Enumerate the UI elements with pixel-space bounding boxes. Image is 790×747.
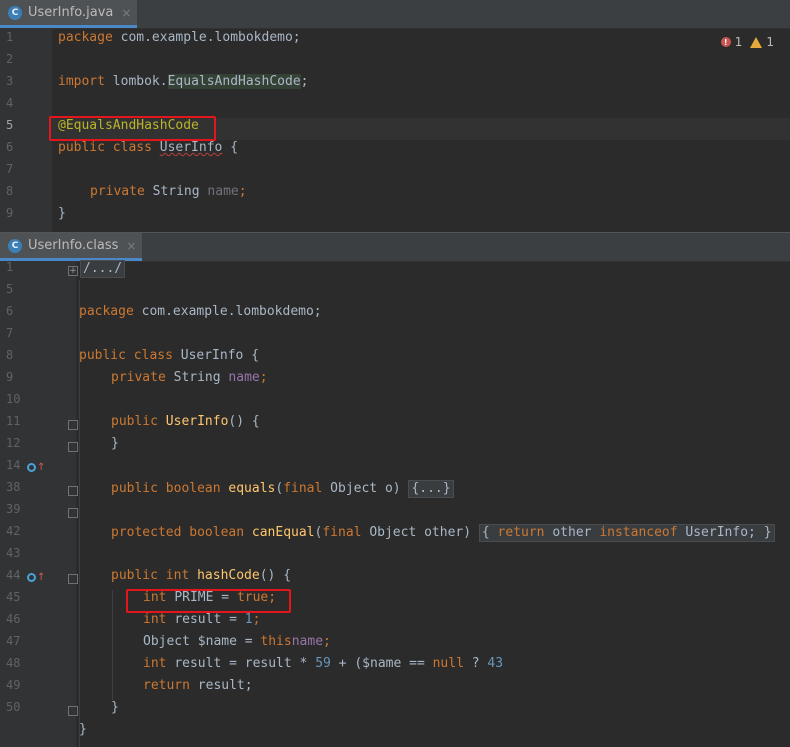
code-line: public class UserInfo { xyxy=(79,348,260,363)
line-number: 46 xyxy=(6,612,21,626)
error-icon: ! xyxy=(720,37,731,47)
indent-guide xyxy=(112,590,113,700)
class-editor-pane: C UserInfo.class × 1 5 6 7 8 9 10 11 12 … xyxy=(0,232,790,747)
fold-collapse-icon[interactable] xyxy=(68,486,78,496)
line-number: 5 xyxy=(6,118,14,132)
line-number: 1 xyxy=(6,260,14,274)
close-tab-icon[interactable]: × xyxy=(121,6,131,20)
code-line: public UserInfo() { xyxy=(111,414,260,429)
code-line: protected boolean canEqual(final Object … xyxy=(111,524,775,546)
line-number: 4 xyxy=(6,96,14,110)
code-line: public int hashCode() { xyxy=(111,568,292,583)
code-line: public class UserInfo { xyxy=(58,140,239,155)
override-method-icon[interactable] xyxy=(27,573,36,582)
line-number: 9 xyxy=(6,206,14,220)
line-number: 39 xyxy=(6,502,21,516)
code-line: } xyxy=(79,722,87,737)
java-tab-bar: C UserInfo.java × xyxy=(0,0,790,29)
line-number: 2 xyxy=(6,52,14,66)
code-line: } xyxy=(111,436,119,451)
line-number: 7 xyxy=(6,162,14,176)
line-number: 8 xyxy=(6,184,14,198)
code-line: package com.example.lombokdemo; xyxy=(79,304,322,319)
error-count: 1 xyxy=(734,35,743,49)
line-number: 49 xyxy=(6,678,21,692)
folded-method-body: {...} xyxy=(408,480,454,498)
code-line: Object $name = thisname; xyxy=(143,634,331,649)
tab-label: UserInfo.class xyxy=(28,238,119,253)
tab-userinfo-java[interactable]: C UserInfo.java × xyxy=(0,0,138,28)
close-tab-icon[interactable]: × xyxy=(126,239,136,253)
line-number: 38 xyxy=(6,480,21,494)
line-number: 8 xyxy=(6,348,14,362)
annotation-highlight-box xyxy=(49,116,216,141)
code-line: private String name; xyxy=(90,184,247,199)
fold-collapse-icon[interactable] xyxy=(68,442,78,452)
tab-userinfo-class[interactable]: C UserInfo.class × xyxy=(0,233,143,261)
line-number: 3 xyxy=(6,74,14,88)
line-number: 44 xyxy=(6,568,21,582)
code-line: } xyxy=(58,206,66,221)
folded-header: /.../ xyxy=(80,260,126,278)
inspection-widget[interactable]: ! 1 1 xyxy=(720,35,774,49)
override-method-icon[interactable] xyxy=(27,463,36,472)
code-line: public boolean equals(final Object o) {.… xyxy=(111,480,454,502)
class-file-icon: C xyxy=(8,238,22,253)
folded-method-body[interactable]: { return other instanceof UserInfo; } xyxy=(478,524,775,542)
code-line: } xyxy=(111,700,119,715)
class-tab-bar: C UserInfo.class × xyxy=(0,233,790,262)
code-line: /.../ xyxy=(80,260,126,282)
line-number: 1 xyxy=(6,30,14,44)
line-number: 11 xyxy=(6,414,21,428)
line-number: 14 xyxy=(6,458,21,472)
code-line: package com.example.lombokdemo; xyxy=(58,30,301,45)
warning-count: 1 xyxy=(766,35,774,49)
code-line: int result = 1; xyxy=(143,612,261,627)
prime-line-highlight-box xyxy=(126,589,291,613)
code-line: private String name; xyxy=(111,370,268,385)
line-number: 6 xyxy=(6,304,14,318)
line-number: 6 xyxy=(6,140,14,154)
fold-collapse-icon[interactable] xyxy=(68,508,78,518)
line-number: 7 xyxy=(6,326,14,340)
fold-collapse-icon[interactable] xyxy=(68,574,78,584)
line-number: 10 xyxy=(6,392,21,406)
java-editor-pane: C UserInfo.java × ! 1 1 1 2 3 4 5 6 7 8 … xyxy=(0,0,790,232)
line-number: 42 xyxy=(6,524,21,538)
warning-icon xyxy=(750,36,763,48)
line-number: 9 xyxy=(6,370,14,384)
line-number: 12 xyxy=(6,436,21,450)
override-arrow-icon: ↑ xyxy=(37,462,46,473)
line-number: 47 xyxy=(6,634,21,648)
code-line: import lombok.EqualsAndHashCode; xyxy=(58,74,309,89)
code-line: return result; xyxy=(143,678,253,693)
line-number: 5 xyxy=(6,282,14,296)
line-number: 48 xyxy=(6,656,21,670)
fold-collapse-icon[interactable] xyxy=(68,706,78,716)
tab-label: UserInfo.java xyxy=(28,5,114,20)
fold-collapse-icon[interactable] xyxy=(68,420,78,430)
code-line: int result = result * 59 + ($name == nul… xyxy=(143,656,504,671)
line-number: 43 xyxy=(6,546,21,560)
fold-expand-icon[interactable]: + xyxy=(68,266,78,276)
override-arrow-icon: ↑ xyxy=(37,572,46,583)
line-number: 45 xyxy=(6,590,21,604)
line-number: 50 xyxy=(6,700,21,714)
class-file-icon: C xyxy=(8,5,22,20)
